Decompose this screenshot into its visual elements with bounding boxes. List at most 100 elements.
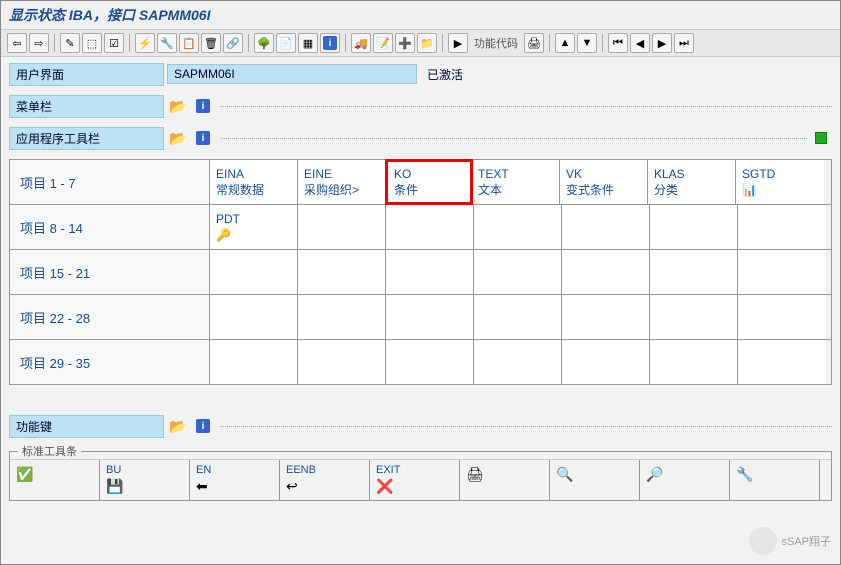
grid-cell[interactable] — [210, 250, 298, 294]
separator — [345, 34, 346, 52]
grid-cell[interactable] — [738, 340, 826, 384]
grid-cell[interactable] — [210, 295, 298, 339]
attributes-icon[interactable]: 📝 — [373, 33, 393, 53]
menu-bar-label: 菜单栏 — [9, 95, 164, 118]
print-icon[interactable]: 🖨 — [524, 33, 544, 53]
func-key-cell[interactable]: EXIT❌ — [370, 460, 460, 500]
user-interface-value[interactable]: SAPMM06I — [167, 64, 417, 84]
info-icon[interactable]: i — [320, 33, 340, 53]
cell-desc: 条件 — [394, 181, 464, 198]
grid-cell[interactable] — [386, 340, 474, 384]
delete-icon[interactable]: 🗑 — [201, 33, 221, 53]
hierarchy-icon[interactable]: 🌳 — [254, 33, 274, 53]
variant-icon[interactable]: 📁 — [417, 33, 437, 53]
grid-cell[interactable]: EINE采购组织> — [298, 160, 386, 204]
cell-desc: 变式条件 — [566, 181, 641, 198]
grid-row-label: 项目 8 - 14 — [10, 205, 210, 249]
func-key-icon: 🔧 — [736, 466, 813, 483]
separator — [442, 34, 443, 52]
items-grid: 项目 1 - 7EINA常规数据EINE采购组织>KO条件TEXT文本VK变式条… — [9, 159, 832, 385]
grid-cell[interactable] — [738, 250, 826, 294]
nav-next-icon[interactable]: ▶ — [652, 33, 672, 53]
func-key-cell[interactable]: EENB↩ — [280, 460, 370, 500]
func-key-cell[interactable]: BU💾 — [100, 460, 190, 500]
grid-cell[interactable] — [386, 295, 474, 339]
func-key-label: EN — [196, 464, 273, 476]
grid-row-label: 项目 29 - 35 — [10, 340, 210, 384]
func-key-cell[interactable]: 🔍 — [550, 460, 640, 500]
grid-cell[interactable] — [386, 250, 474, 294]
info-icon[interactable]: i — [192, 416, 214, 436]
expand-icon[interactable]: 📂 — [167, 416, 189, 436]
cell-desc: 分类 — [654, 181, 729, 198]
cell-icon: 📊 — [742, 183, 818, 197]
func-key-cell[interactable]: 🔧 — [730, 460, 820, 500]
display-change-icon[interactable]: ✎ — [60, 33, 80, 53]
copy-icon[interactable]: 📋 — [179, 33, 199, 53]
grid-cell[interactable] — [386, 205, 474, 249]
func-key-label: BU — [106, 464, 183, 476]
grid-cell[interactable] — [474, 250, 562, 294]
grid-cell[interactable] — [650, 205, 738, 249]
grid-cell[interactable]: KLAS分类 — [648, 160, 736, 204]
last-icon[interactable]: ▼ — [577, 33, 597, 53]
fieldset-legend: 标准工具条 — [18, 443, 81, 459]
cell-code: KLAS — [654, 167, 729, 181]
expand-icon[interactable]: 📂 — [167, 128, 189, 148]
grid-cell[interactable] — [650, 250, 738, 294]
grid-cell[interactable] — [474, 340, 562, 384]
grid-cell[interactable] — [738, 205, 826, 249]
nav-first-icon[interactable]: ⏮ — [608, 33, 628, 53]
grid-cell[interactable] — [474, 205, 562, 249]
info-icon[interactable]: i — [192, 128, 214, 148]
func-key-cell[interactable]: EN⬅ — [190, 460, 280, 500]
grid-cell[interactable] — [562, 250, 650, 294]
where-used-icon[interactable]: 🔗 — [223, 33, 243, 53]
watermark-text: sSAP翔子 — [781, 533, 831, 549]
grid-cell[interactable] — [210, 340, 298, 384]
list-icon[interactable]: 📄 — [276, 33, 296, 53]
grid-cell[interactable] — [650, 340, 738, 384]
grid-cell[interactable] — [298, 250, 386, 294]
grid-cell[interactable] — [474, 295, 562, 339]
grid-cell[interactable]: SGTD 📊 — [736, 160, 824, 204]
info-icon[interactable]: i — [192, 96, 214, 116]
func-key-icon: 🖨 — [466, 466, 543, 483]
test-icon[interactable]: 🔧 — [157, 33, 177, 53]
grid-cell[interactable]: KO条件 — [385, 159, 473, 205]
cell-desc: 常规数据 — [216, 181, 291, 198]
grid-cell[interactable] — [298, 205, 386, 249]
grid-cell[interactable] — [562, 340, 650, 384]
nav-last-icon[interactable]: ⏭ — [674, 33, 694, 53]
cell-icon: 🔑 — [216, 228, 291, 242]
grid-cell[interactable] — [562, 295, 650, 339]
grid-cell[interactable]: EINA常规数据 — [210, 160, 298, 204]
check-icon[interactable]: ☑ — [104, 33, 124, 53]
grid-cell[interactable] — [650, 295, 738, 339]
grid-cell[interactable] — [738, 295, 826, 339]
grid-cell[interactable]: PDT🔑 — [210, 205, 298, 249]
transport-icon[interactable]: 🚚 — [351, 33, 371, 53]
expand-icon[interactable]: 📂 — [167, 96, 189, 116]
nav-forward-icon[interactable]: ⇨ — [29, 33, 49, 53]
cell-code: SGTD — [742, 167, 818, 181]
execute-icon[interactable]: ▶ — [448, 33, 468, 53]
nav-prev-icon[interactable]: ◀ — [630, 33, 650, 53]
nav-back-icon[interactable]: ⇦ — [7, 33, 27, 53]
grid-cell[interactable] — [298, 295, 386, 339]
grid-cell[interactable] — [298, 340, 386, 384]
user-interface-label: 用户界面 — [9, 63, 164, 86]
func-key-cell[interactable]: 🔎 — [640, 460, 730, 500]
layout-icon[interactable]: ▦ — [298, 33, 318, 53]
grid-cell[interactable]: VK变式条件 — [560, 160, 648, 204]
grid-cell[interactable] — [562, 205, 650, 249]
other-object-icon[interactable]: ⬚ — [82, 33, 102, 53]
grid-row-label: 项目 15 - 21 — [10, 250, 210, 294]
func-code-label: 功能代码 — [474, 35, 518, 51]
activate-icon[interactable]: ⚡ — [135, 33, 155, 53]
func-key-cell[interactable]: 🖨 — [460, 460, 550, 500]
first-icon[interactable]: ▲ — [555, 33, 575, 53]
enhance-icon[interactable]: ➕ — [395, 33, 415, 53]
func-key-cell[interactable]: ✅ — [10, 460, 100, 500]
grid-cell[interactable]: TEXT文本 — [472, 160, 560, 204]
